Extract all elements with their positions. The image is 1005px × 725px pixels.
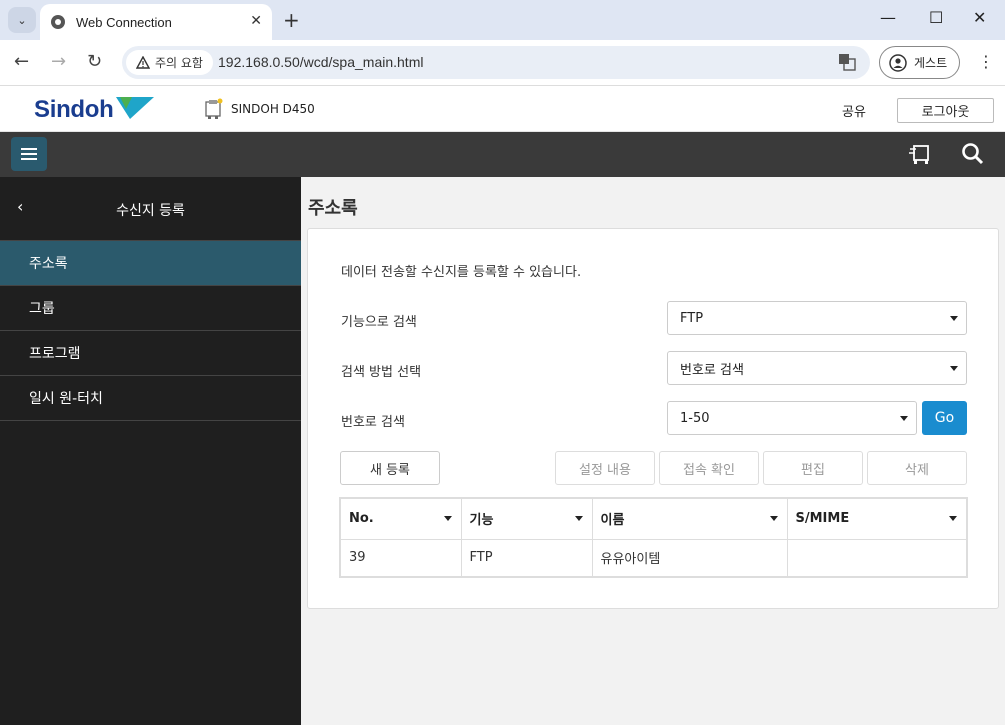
column-header-smime[interactable]: S/MIME [787,499,966,540]
connection-check-button[interactable]: 접속 확인 [659,451,759,485]
number-search-label: 번호로 검색 [341,415,405,430]
brand-logo-mark [116,97,154,119]
column-header-no[interactable]: No. [341,499,462,540]
url-text[interactable]: 192.168.0.50/wcd/spa_main.html [218,54,423,70]
sidebar-item-label: 프로그램 [29,346,81,362]
sidebar-header: ‹ 수신지 등록 [0,177,301,241]
browser-tab[interactable]: Web Connection ✕ [40,4,272,40]
address-bar: ← → ↻ 주의 요함 192.168.0.50/wcd/spa_main.ht… [0,40,1005,86]
search-icon[interactable] [961,142,985,166]
go-button[interactable]: Go [922,401,967,435]
logout-button[interactable]: 로그아웃 [897,98,994,123]
sidebar: ‹ 수신지 등록 주소록 그룹 프로그램 일시 원-터치 [0,177,301,725]
printer-icon [205,98,223,119]
sidebar-item-label: 일시 원-터치 [29,391,103,407]
maximize-button[interactable]: ☐ [929,8,943,27]
dropdown-caret-icon [950,316,958,321]
cell-function: FTP [461,539,593,576]
page-title: 주소록 [308,198,358,219]
function-search-value: FTP [680,310,704,326]
app-header: Sindoh SINDOH D450 공유 로그아웃 [0,86,1005,132]
sort-caret-icon[interactable] [443,516,452,521]
dropdown-caret-icon [900,416,908,421]
profile-button[interactable]: 게스트 [879,46,960,79]
table-row[interactable]: 39 FTP 유유아이템 [341,539,966,576]
column-header-function[interactable]: 기능 [461,499,593,540]
sidebar-item-label: 그룹 [29,301,55,317]
globe-icon [51,15,65,29]
close-window-button[interactable]: ✕ [973,8,986,27]
device-status-icon[interactable] [908,141,934,167]
hamburger-menu-button[interactable] [11,137,47,171]
reload-button[interactable]: ↻ [87,51,102,72]
brand-logo: Sindoh [34,96,114,123]
translate-icon[interactable] [838,53,856,71]
back-button[interactable]: ← [14,51,29,72]
search-method-select[interactable]: 번호로 검색 [667,351,967,385]
address-table: No. 기능 이름 S/MIME 39 FTP 유유아이템 [339,497,968,578]
dropdown-caret-icon [950,366,958,371]
function-search-label: 기능으로 검색 [341,315,417,330]
edit-button[interactable]: 편집 [763,451,863,485]
warning-icon [136,56,150,69]
app-toolbar [0,132,1005,177]
sidebar-item-group[interactable]: 그룹 [0,286,301,331]
sort-caret-icon[interactable] [574,516,583,521]
sort-caret-icon[interactable] [769,516,778,521]
delete-button[interactable]: 삭제 [867,451,967,485]
share-link[interactable]: 공유 [842,101,866,120]
search-method-value: 번호로 검색 [680,362,744,378]
new-tab-button[interactable]: + [283,8,300,32]
cell-name: 유유아이템 [592,539,788,576]
address-book-panel: 데이터 전송할 수신지를 등록할 수 있습니다. 기능으로 검색 FTP 검색 … [307,228,999,609]
function-search-select[interactable]: FTP [667,301,967,335]
sidebar-item-label: 주소록 [29,256,68,272]
omnibox[interactable]: 주의 요함 192.168.0.50/wcd/spa_main.html [122,46,870,79]
profile-icon [889,53,907,72]
security-warning-label: 주의 요함 [155,56,203,70]
minimize-button[interactable]: — [880,8,896,27]
security-warning-chip[interactable]: 주의 요함 [126,50,213,75]
cell-smime [787,539,966,576]
sidebar-item-program[interactable]: 프로그램 [0,331,301,376]
profile-label: 게스트 [914,56,948,70]
sidebar-item-temporary-one-touch[interactable]: 일시 원-터치 [0,376,301,421]
browser-menu-icon[interactable]: ⋮ [978,52,994,71]
browser-tab-bar: ⌄ Web Connection ✕ + — ☐ ✕ [0,0,1005,40]
number-range-select[interactable]: 1-50 [667,401,917,435]
tab-title: Web Connection [76,14,172,30]
close-tab-icon[interactable]: ✕ [250,13,262,29]
sidebar-title: 수신지 등록 [116,203,185,219]
number-range-value: 1-50 [680,410,710,426]
sidebar-item-address-book[interactable]: 주소록 [0,241,301,286]
new-registration-button[interactable]: 새 등록 [340,451,440,485]
cell-no: 39 [341,539,462,576]
column-header-name[interactable]: 이름 [592,499,788,540]
tab-search-button[interactable]: ⌄ [8,7,36,33]
settings-content-button[interactable]: 설정 내용 [555,451,655,485]
sort-caret-icon[interactable] [949,516,957,521]
forward-button[interactable]: → [51,51,66,72]
device-info: SINDOH D450 [203,98,315,120]
description-text: 데이터 전송할 수신지를 등록할 수 있습니다. [341,265,582,280]
device-name: SINDOH D450 [231,102,315,116]
search-method-label: 검색 방법 선택 [341,365,422,380]
main-content: 주소록 데이터 전송할 수신지를 등록할 수 있습니다. 기능으로 검색 FTP… [301,177,1005,725]
